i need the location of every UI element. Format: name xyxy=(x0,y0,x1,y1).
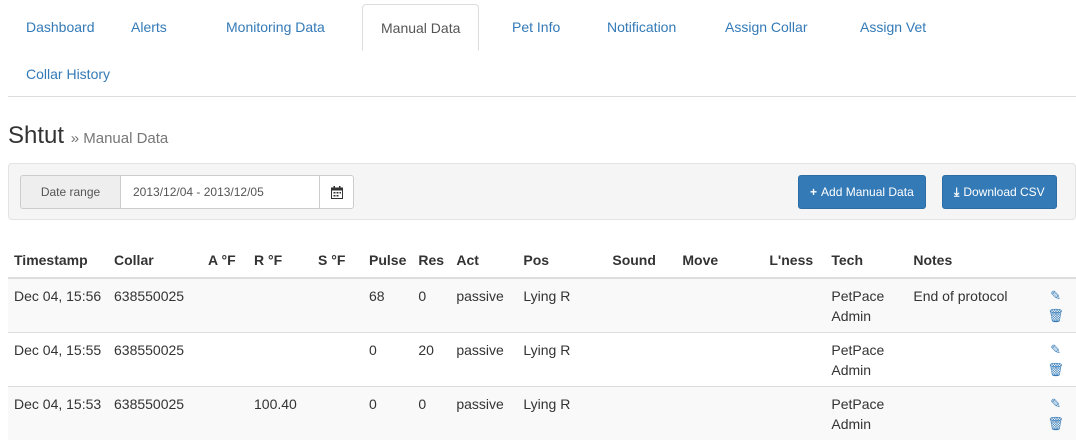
cell-act: passive xyxy=(450,386,518,440)
tab-assign-collar[interactable]: Assign Collar xyxy=(707,4,825,50)
col-res: Res xyxy=(412,244,451,279)
cell-pulse: 0 xyxy=(363,386,413,440)
download-icon: ⤓ xyxy=(954,185,960,199)
page-subtitle: » Manual Data xyxy=(70,130,169,147)
col-a-temp: A °F xyxy=(202,244,248,279)
add-manual-data-label: Add Manual Data xyxy=(821,185,914,199)
add-manual-data-button[interactable]: + Add Manual Data xyxy=(798,175,926,209)
col-move: Move xyxy=(676,244,764,279)
cell-move xyxy=(676,386,764,440)
tab-pet-info[interactable]: Pet Info xyxy=(494,4,578,50)
date-range-label: Date range xyxy=(20,175,120,209)
cell-r-temp: 100.40 xyxy=(248,386,312,440)
cell-timestamp: Dec 04, 15:55 xyxy=(8,332,108,387)
manual-data-table: Timestamp Collar A °F R °F S °F Pulse Re… xyxy=(8,244,1076,440)
cell-res: 0 xyxy=(412,386,451,440)
cell-notes xyxy=(907,332,1036,387)
nav-tabs: Dashboard Alerts Monitoring Data Manual … xyxy=(8,4,1076,97)
cell-pulse: 68 xyxy=(363,277,413,333)
cell-collar: 638550025 xyxy=(108,332,202,387)
tab-monitoring-data[interactable]: Monitoring Data xyxy=(208,4,343,50)
cell-r-temp xyxy=(248,332,312,387)
cell-collar: 638550025 xyxy=(108,386,202,440)
page-title: Shtut » Manual Data xyxy=(8,122,168,150)
cell-s-temp xyxy=(312,277,363,333)
cell-a-temp xyxy=(202,386,248,440)
cell-lness xyxy=(763,277,826,333)
table-header-row: Timestamp Collar A °F R °F S °F Pulse Re… xyxy=(8,244,1076,279)
cell-sound xyxy=(606,332,677,387)
cell-notes xyxy=(907,386,1036,440)
cell-move xyxy=(676,332,764,387)
trash-icon[interactable]: 🗑 xyxy=(1041,414,1070,434)
tab-alerts[interactable]: Alerts xyxy=(113,4,185,50)
calendar-button[interactable] xyxy=(319,175,354,209)
cell-a-temp xyxy=(202,277,248,333)
cell-notes: End of protocol xyxy=(907,277,1036,333)
cell-s-temp xyxy=(312,386,363,440)
cell-res: 20 xyxy=(412,332,451,387)
trash-icon[interactable]: 🗑 xyxy=(1041,360,1070,380)
table-row: Dec 04, 15:53 638550025 100.40 0 0 passi… xyxy=(8,386,1076,440)
download-csv-button[interactable]: ⤓ Download CSV xyxy=(942,175,1057,209)
tab-collar-history[interactable]: Collar History xyxy=(8,51,128,97)
cell-a-temp xyxy=(202,332,248,387)
col-lness: L'ness xyxy=(763,244,826,279)
plus-icon: + xyxy=(810,185,818,199)
col-r-temp: R °F xyxy=(248,244,312,279)
cell-actions: ✎ 🗑 xyxy=(1035,386,1076,440)
cell-timestamp: Dec 04, 15:56 xyxy=(8,277,108,333)
cell-s-temp xyxy=(312,332,363,387)
edit-icon[interactable]: ✎ xyxy=(1041,286,1070,306)
edit-icon[interactable]: ✎ xyxy=(1041,394,1070,414)
tab-dashboard[interactable]: Dashboard xyxy=(8,4,113,50)
cell-actions: ✎ 🗑 xyxy=(1035,277,1076,333)
cell-pulse: 0 xyxy=(363,332,413,387)
cell-act: passive xyxy=(450,332,518,387)
cell-lness xyxy=(763,386,826,440)
table-row: Dec 04, 15:55 638550025 0 20 passive Lyi… xyxy=(8,332,1076,387)
cell-pos: Lying R xyxy=(517,386,607,440)
col-pulse: Pulse xyxy=(363,244,413,279)
cell-tech: PetPace Admin xyxy=(825,386,908,440)
col-notes: Notes xyxy=(907,244,1036,279)
cell-actions: ✎ 🗑 xyxy=(1035,332,1076,387)
col-actions xyxy=(1035,244,1076,279)
table-row: Dec 04, 15:56 638550025 68 0 passive Lyi… xyxy=(8,277,1076,333)
tab-notification[interactable]: Notification xyxy=(589,4,694,50)
download-csv-label: Download CSV xyxy=(963,185,1045,199)
date-range-input[interactable]: 2013/12/04 - 2013/12/05 xyxy=(120,175,320,209)
cell-timestamp: Dec 04, 15:53 xyxy=(8,386,108,440)
pet-name: Shtut xyxy=(8,122,65,149)
cell-act: passive xyxy=(450,277,518,333)
toolbar: Date range 2013/12/04 - 2013/12/05 + Add … xyxy=(8,163,1076,220)
trash-icon[interactable]: 🗑 xyxy=(1041,306,1070,326)
col-timestamp: Timestamp xyxy=(8,244,108,279)
cell-pos: Lying R xyxy=(517,277,607,333)
col-tech: Tech xyxy=(825,244,908,279)
cell-tech: PetPace Admin xyxy=(825,277,908,333)
cell-lness xyxy=(763,332,826,387)
cell-collar: 638550025 xyxy=(108,277,202,333)
cell-res: 0 xyxy=(412,277,451,333)
tab-assign-vet[interactable]: Assign Vet xyxy=(842,4,944,50)
col-collar: Collar xyxy=(108,244,202,279)
cell-tech: PetPace Admin xyxy=(825,332,908,387)
col-act: Act xyxy=(450,244,518,279)
edit-icon[interactable]: ✎ xyxy=(1041,340,1070,360)
cell-move xyxy=(676,277,764,333)
cell-pos: Lying R xyxy=(517,332,607,387)
cell-r-temp xyxy=(248,277,312,333)
cell-sound xyxy=(606,277,677,333)
col-pos: Pos xyxy=(517,244,607,279)
cell-sound xyxy=(606,386,677,440)
calendar-icon xyxy=(331,186,343,199)
col-s-temp: S °F xyxy=(312,244,363,279)
tab-manual-data[interactable]: Manual Data xyxy=(362,4,480,51)
col-sound: Sound xyxy=(606,244,677,279)
